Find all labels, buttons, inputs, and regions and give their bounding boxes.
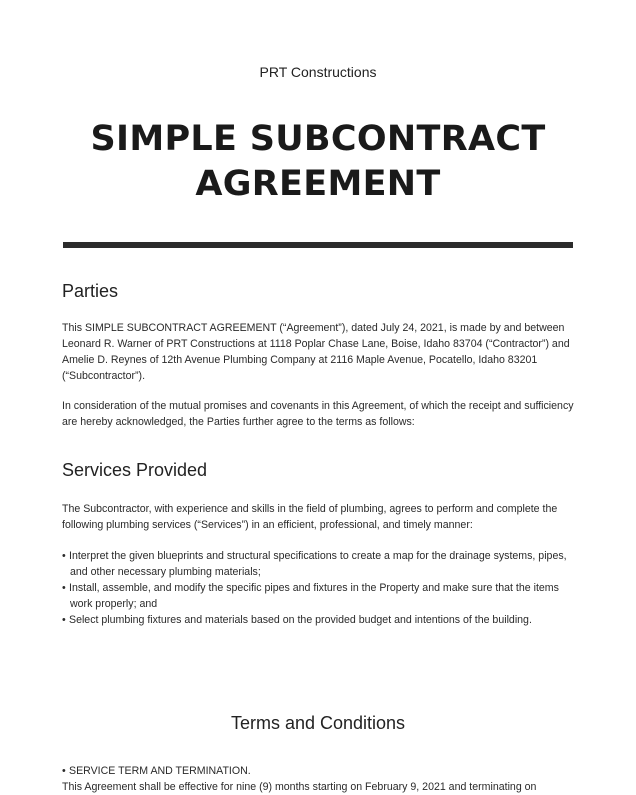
text-line: Install, assemble, and modify the specif… — [69, 582, 559, 594]
text-line: This SIMPLE SUBCONTRACT AGREEMENT (“Agre… — [62, 322, 565, 334]
text-line: (“Subcontractor”). — [62, 370, 146, 382]
text-line: The Subcontractor, with experience and s… — [62, 503, 558, 515]
title-line-1: SIMPLE SUBCONTRACT — [90, 119, 546, 159]
text-line: Interpret the given blueprints and struc… — [69, 550, 567, 562]
text-line: following plumbing services (“Services”)… — [62, 519, 473, 531]
bullet-icon: • — [62, 550, 66, 562]
text-line: Select plumbing fixtures and materials b… — [69, 614, 532, 626]
parties-heading: Parties — [62, 281, 119, 301]
text-line: and other necessary plumbing materials; — [70, 566, 261, 578]
list-item: • Interpret the given blueprints and str… — [62, 548, 582, 580]
document-title: SIMPLE SUBCONTRACT AGREEMENT — [0, 117, 636, 207]
list-item: • Select plumbing fixtures and materials… — [62, 612, 582, 628]
terms-heading: Terms and Conditions — [230, 713, 406, 733]
terms-list: • SERVICE TERM AND TERMINATION. — [62, 763, 582, 779]
text-line: Leonard R. Warner of PRT Constructions a… — [62, 338, 570, 350]
bullet-icon: • — [62, 765, 66, 777]
list-item: • Install, assemble, and modify the spec… — [62, 580, 582, 612]
services-heading: Services Provided — [62, 460, 208, 480]
parties-paragraph-2: In consideration of the mutual promises … — [62, 398, 578, 430]
terms-item-title: SERVICE TERM AND TERMINATION. — [69, 765, 251, 777]
bullet-icon: • — [62, 582, 66, 594]
title-line-2: AGREEMENT — [195, 164, 441, 204]
text-line: work properly; and — [70, 598, 158, 610]
list-item: • SERVICE TERM AND TERMINATION. — [62, 763, 582, 779]
company-name: PRT Constructions — [259, 64, 377, 80]
parties-paragraph-1: This SIMPLE SUBCONTRACT AGREEMENT (“Agre… — [62, 320, 578, 384]
text-line: In consideration of the mutual promises … — [62, 400, 574, 412]
bullet-icon: • — [62, 614, 66, 626]
text-line: are hereby acknowledged, the Parties fur… — [62, 416, 415, 428]
services-list: • Interpret the given blueprints and str… — [62, 548, 582, 628]
text-line: Amelie D. Reynes of 12th Avenue Plumbing… — [62, 354, 538, 366]
services-intro: The Subcontractor, with experience and s… — [62, 501, 578, 533]
document-page: PRT Constructions SIMPLE SUBCONTRACT AGR… — [0, 0, 636, 793]
title-divider — [63, 242, 573, 248]
